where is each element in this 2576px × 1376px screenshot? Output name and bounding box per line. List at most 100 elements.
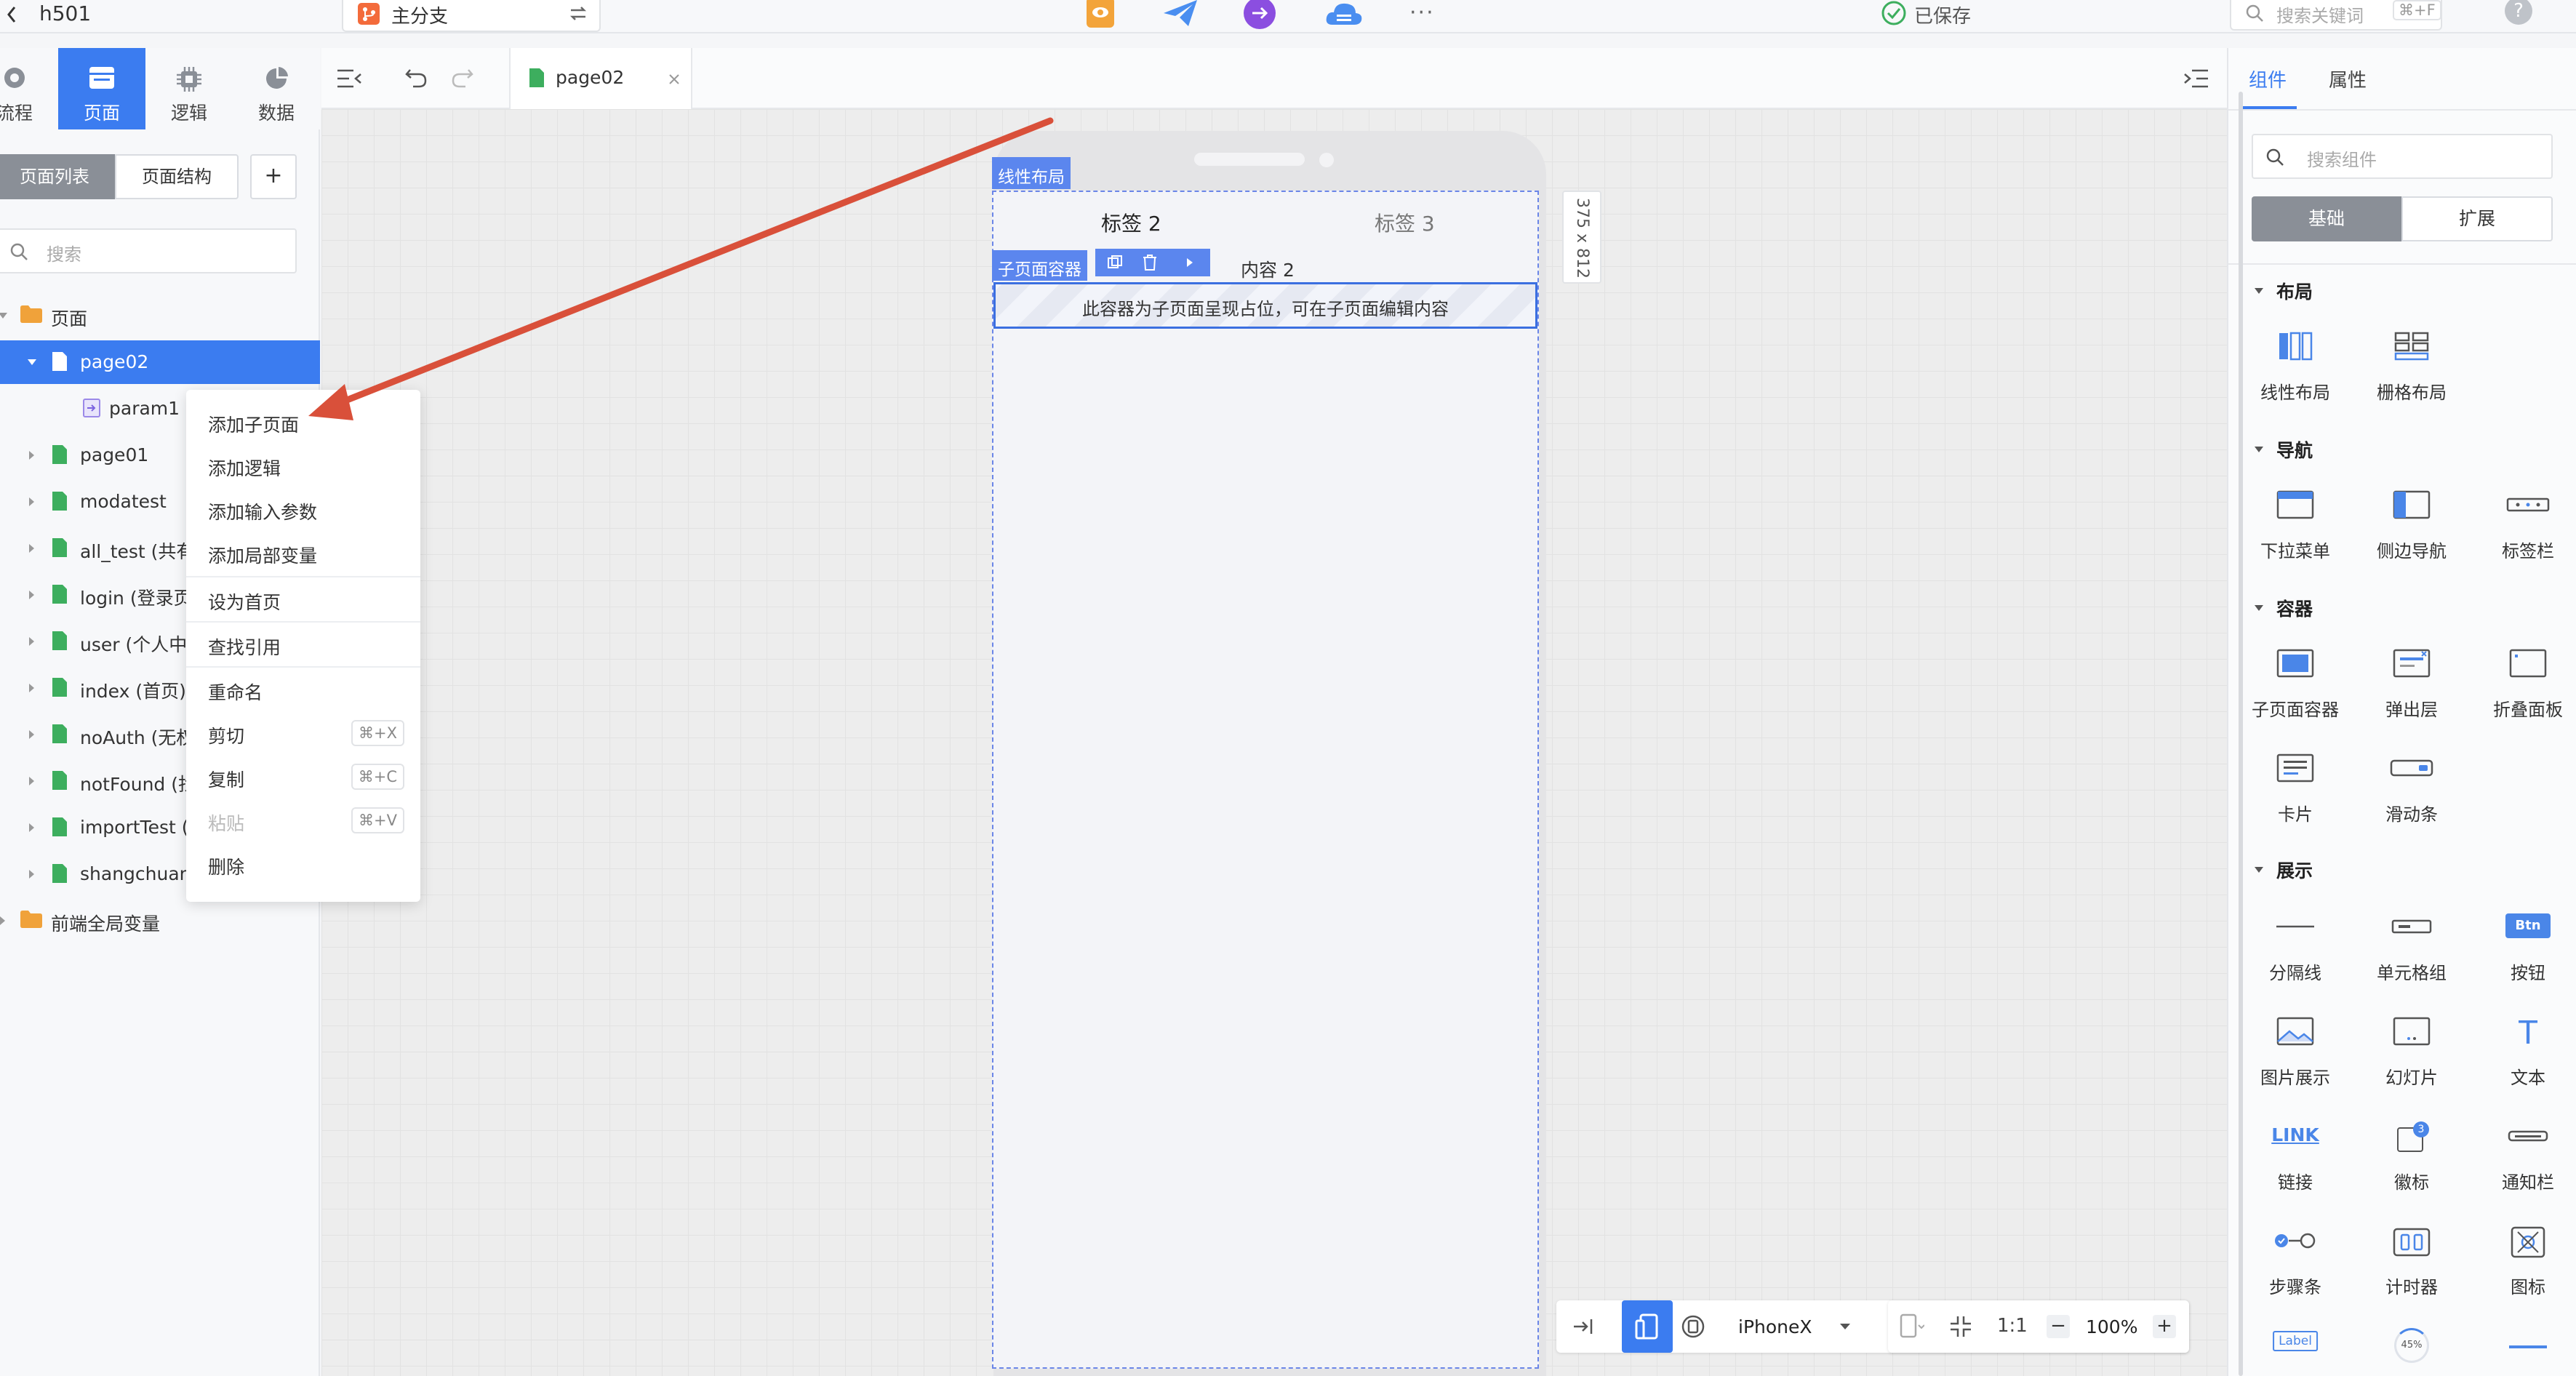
component-search-input[interactable]: 搜索组件: [2252, 134, 2553, 179]
tree-folder-pages[interactable]: 页面: [0, 294, 320, 337]
delete-icon[interactable]: [1142, 255, 1158, 271]
page-tab-page02[interactable]: page02: [509, 48, 692, 109]
export-icon[interactable]: [1244, 0, 1276, 29]
tree-label: page02: [80, 351, 149, 372]
nav-tab-page[interactable]: 页面: [58, 48, 145, 129]
menu-item-copy[interactable]: 复制 ⌘+C: [186, 755, 420, 799]
expand-right-icon[interactable]: [1185, 257, 1194, 268]
shrink-icon[interactable]: [1949, 1315, 1972, 1338]
subpage-container-label[interactable]: 子页面容器: [992, 250, 1087, 281]
expand-arrow-icon[interactable]: [29, 684, 34, 692]
seg-extend[interactable]: 扩展: [2401, 196, 2553, 241]
comp-side-nav[interactable]: 侧边导航: [2361, 490, 2463, 570]
comp-extra-partial[interactable]: [2477, 1343, 2576, 1375]
comp-subpage-container[interactable]: 子页面容器: [2244, 649, 2346, 729]
tab-components[interactable]: 组件: [2249, 65, 2287, 92]
comp-cell-group[interactable]: 单元格组: [2361, 912, 2463, 992]
redo-icon[interactable]: [451, 67, 474, 89]
expand-arrow-icon[interactable]: [28, 359, 36, 365]
comp-slider[interactable]: 滑动条: [2361, 753, 2463, 833]
tree-item-page02[interactable]: page02: [0, 340, 320, 384]
help-icon[interactable]: ?: [2505, 0, 2532, 25]
expand-arrow-icon[interactable]: [0, 313, 7, 319]
undo-icon[interactable]: [404, 67, 428, 89]
comp-divider[interactable]: 分隔线: [2244, 912, 2346, 992]
nav-tab-logic[interactable]: 逻辑: [145, 48, 233, 129]
cloud-icon[interactable]: [1324, 0, 1364, 29]
mobile-view-button[interactable]: [1622, 1300, 1673, 1353]
branch-selector[interactable]: 主分支: [342, 0, 601, 32]
comp-grid-layout[interactable]: 栅格布局: [2361, 332, 2463, 412]
expand-arrow-icon[interactable]: [29, 730, 34, 739]
comp-progress-partial[interactable]: 45%: [2361, 1328, 2463, 1375]
seg-basic[interactable]: 基础: [2252, 196, 2401, 241]
device-frame-icon[interactable]: [1898, 1313, 1924, 1340]
subpage-container[interactable]: 此容器为子页面呈现占位，可在子页面编辑内容: [993, 282, 1537, 329]
tab-item-3[interactable]: 标签 3: [1375, 208, 1435, 237]
menu-item-find-refs[interactable]: 查找引用: [186, 623, 420, 666]
zoom-out-button[interactable]: −: [2047, 1315, 2070, 1338]
menu-item-add-local-var[interactable]: 添加局部变量: [186, 531, 420, 575]
comp-counter[interactable]: 计时器: [2361, 1226, 2463, 1306]
collapse-right-icon[interactable]: [2183, 68, 2209, 89]
comp-image[interactable]: 图片展示: [2244, 1017, 2346, 1097]
publish-icon[interactable]: [1161, 0, 1200, 29]
comp-collapse[interactable]: 折叠面板: [2477, 649, 2576, 729]
more-icon[interactable]: ···: [1409, 0, 1435, 25]
panel-scrollbar[interactable]: [2239, 92, 2243, 1376]
rotate-icon[interactable]: [1679, 1312, 1708, 1341]
preview-icon[interactable]: [1087, 0, 1114, 28]
expand-arrow-icon[interactable]: [29, 591, 34, 599]
close-tab-icon[interactable]: [668, 73, 681, 86]
nav-tab-data[interactable]: 数据: [233, 48, 320, 129]
comp-icon[interactable]: 图标: [2477, 1226, 2576, 1306]
comp-steps[interactable]: 步骤条: [2244, 1226, 2346, 1306]
comp-text[interactable]: T 文本: [2477, 1013, 2576, 1097]
comp-button[interactable]: Btn 按钮: [2477, 912, 2576, 992]
comp-carousel[interactable]: 幻灯片: [2361, 1017, 2463, 1097]
expand-arrow-icon[interactable]: [29, 451, 34, 460]
comp-notice-bar[interactable]: 通知栏: [2477, 1121, 2576, 1201]
comp-badge[interactable]: 3 徽标: [2361, 1121, 2463, 1201]
global-search[interactable]: 搜索关键词 ⌘+F: [2230, 0, 2442, 31]
page-search-input[interactable]: 搜索: [0, 228, 297, 273]
expand-arrow-icon[interactable]: [0, 916, 5, 925]
comp-label-partial[interactable]: Label: [2244, 1331, 2346, 1375]
expand-arrow-icon[interactable]: [29, 544, 34, 553]
device-select[interactable]: iPhoneX: [1738, 1300, 1869, 1353]
tree-folder-global-vars[interactable]: 前端全局变量: [0, 899, 320, 943]
comp-dropdown[interactable]: 下拉菜单: [2244, 490, 2346, 570]
comp-tab-bar[interactable]: 标签栏: [2477, 490, 2576, 570]
expand-arrow-icon[interactable]: [29, 637, 34, 646]
nav-tab-flow[interactable]: 流程: [0, 48, 58, 129]
collapse-left-icon[interactable]: [336, 68, 362, 89]
comp-label: 滑动条: [2385, 804, 2438, 825]
expand-arrow-icon[interactable]: [29, 870, 34, 879]
tab-item-2[interactable]: 标签 2: [1101, 208, 1161, 237]
tab-page-structure[interactable]: 页面结构: [115, 154, 239, 199]
fit-icon[interactable]: [1571, 1315, 1594, 1338]
expand-arrow-icon[interactable]: [29, 777, 34, 785]
comp-card[interactable]: 卡片: [2244, 753, 2346, 833]
ratio-button[interactable]: 1:1: [1997, 1315, 2028, 1337]
expand-arrow-icon[interactable]: [29, 497, 34, 506]
comp-link[interactable]: LINK 链接: [2244, 1121, 2346, 1201]
menu-item-cut[interactable]: 剪切 ⌘+X: [186, 711, 420, 755]
comp-popup[interactable]: 弹出层: [2361, 649, 2463, 729]
menu-item-add-logic[interactable]: 添加逻辑: [186, 444, 420, 487]
linear-layout-label[interactable]: 线性布局: [992, 157, 1071, 189]
expand-arrow-icon[interactable]: [29, 823, 34, 832]
back-chevron-icon[interactable]: [4, 4, 19, 25]
zoom-in-button[interactable]: +: [2153, 1315, 2176, 1338]
menu-item-add-subpage[interactable]: 添加子页面: [186, 400, 420, 444]
menu-item-rename[interactable]: 重命名: [186, 668, 420, 711]
add-page-button[interactable]: +: [250, 154, 297, 199]
menu-item-delete[interactable]: 删除: [186, 842, 420, 886]
phone-screen[interactable]: 标签 2 标签 3 内容 2 此容器为子页面呈现占位，可在子页面编辑内容: [992, 191, 1539, 1369]
menu-item-add-input-param[interactable]: 添加输入参数: [186, 487, 420, 531]
tab-properties[interactable]: 属性: [2329, 65, 2367, 92]
comp-linear-layout[interactable]: 线性布局: [2244, 332, 2346, 412]
menu-item-set-home[interactable]: 设为首页: [186, 577, 420, 621]
tab-page-list[interactable]: 页面列表: [0, 154, 116, 199]
copy-icon[interactable]: [1107, 255, 1123, 271]
